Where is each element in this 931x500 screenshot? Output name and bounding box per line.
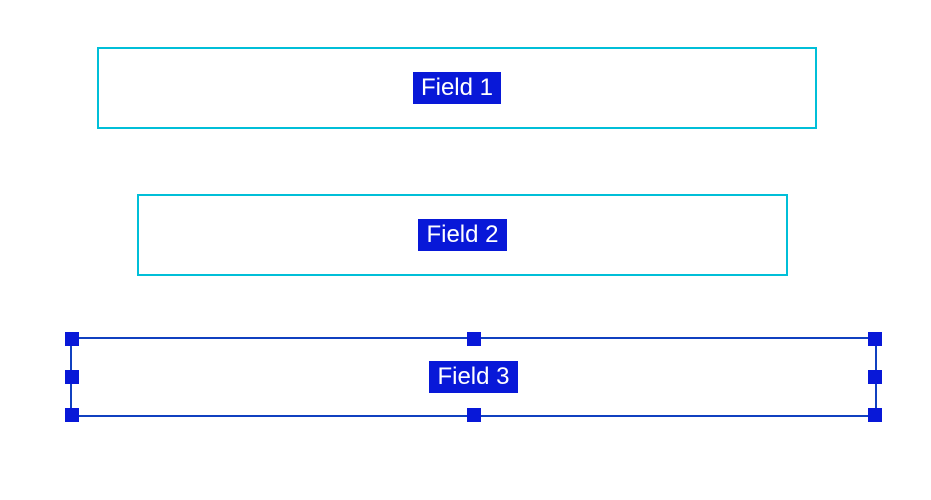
resize-handle-bottom-left[interactable] [65, 408, 79, 422]
resize-handle-bottom-center[interactable] [467, 408, 481, 422]
field-1-label: Field 1 [413, 72, 501, 104]
field-2-box[interactable]: Field 2 [137, 194, 788, 276]
resize-handle-top-right[interactable] [868, 332, 882, 346]
resize-handle-middle-left[interactable] [65, 370, 79, 384]
resize-handle-top-left[interactable] [65, 332, 79, 346]
field-2-label: Field 2 [418, 219, 506, 251]
resize-handle-bottom-right[interactable] [868, 408, 882, 422]
resize-handle-middle-right[interactable] [868, 370, 882, 384]
resize-handle-top-center[interactable] [467, 332, 481, 346]
field-3-label: Field 3 [429, 361, 517, 393]
field-1-box[interactable]: Field 1 [97, 47, 817, 129]
field-3-box-selected[interactable]: Field 3 [70, 337, 877, 417]
